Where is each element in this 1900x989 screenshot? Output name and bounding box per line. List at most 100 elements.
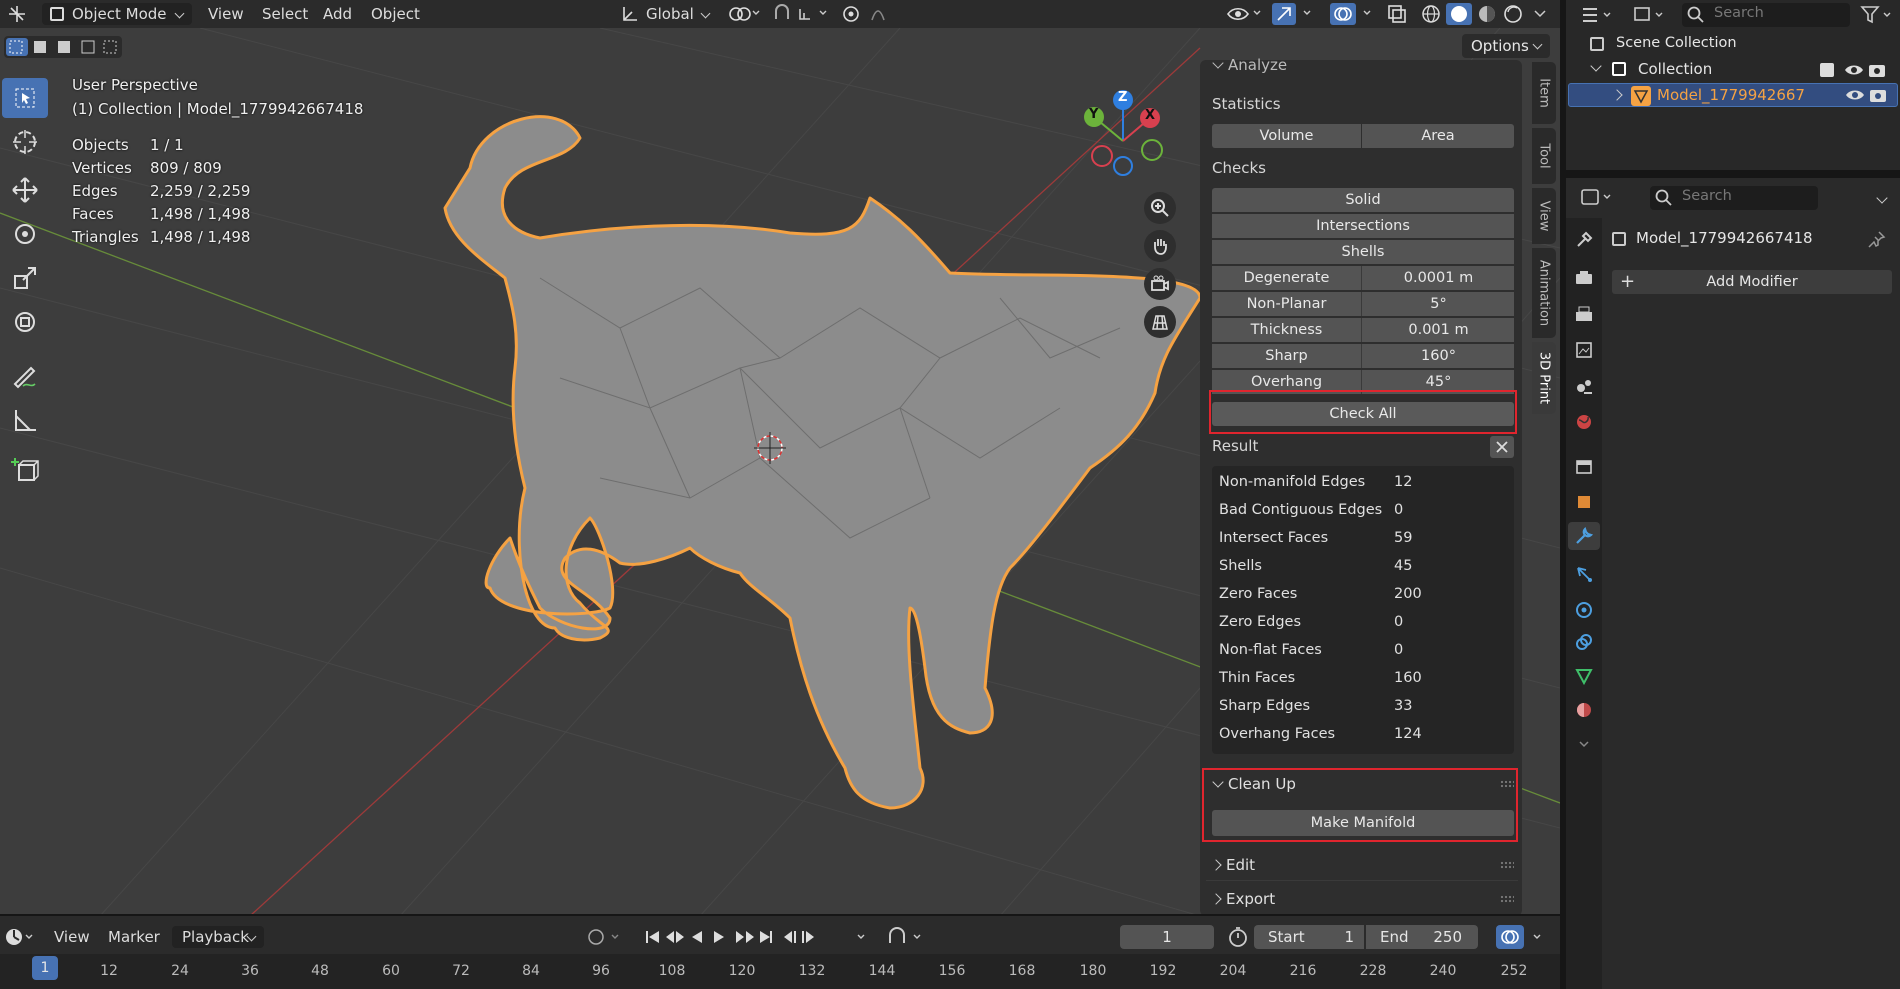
outliner-filter-view-icon[interactable] bbox=[1632, 4, 1672, 26]
collection-row[interactable]: Collection bbox=[1566, 58, 1900, 82]
sharp-row[interactable]: Sharp 160° bbox=[1212, 344, 1514, 368]
ortho-grid-icon[interactable] bbox=[1144, 306, 1176, 338]
start-frame-field[interactable]: Start 1 bbox=[1254, 925, 1364, 949]
keying-icon[interactable] bbox=[586, 926, 630, 948]
output-tab-icon[interactable] bbox=[1572, 302, 1596, 326]
export-header[interactable]: Export bbox=[1210, 890, 1514, 908]
particles-tab-icon[interactable] bbox=[1572, 562, 1596, 586]
overlay-icon[interactable] bbox=[1330, 3, 1378, 25]
eye-icon[interactable] bbox=[1845, 87, 1865, 107]
drag-grip-icon[interactable] bbox=[1500, 895, 1514, 903]
data-tab-icon[interactable] bbox=[1572, 664, 1596, 688]
add-cube-tool-icon[interactable] bbox=[2, 450, 48, 490]
mode-dropdown[interactable]: Object Mode bbox=[42, 3, 192, 25]
end-frame-field[interactable]: End 250 bbox=[1366, 925, 1478, 949]
object-tab-icon[interactable] bbox=[1572, 490, 1596, 514]
world-tab-icon[interactable] bbox=[1572, 410, 1596, 434]
scene-collection-row[interactable]: Scene Collection bbox=[1566, 33, 1900, 57]
tab-animation[interactable]: Animation bbox=[1532, 248, 1556, 338]
thickness-row[interactable]: Thickness 0.001 m bbox=[1212, 318, 1514, 342]
pan-hand-icon[interactable] bbox=[1144, 230, 1176, 262]
camera-icon[interactable] bbox=[1868, 62, 1886, 82]
menu-select[interactable]: Select bbox=[262, 3, 308, 25]
outliner-display-icon[interactable] bbox=[1580, 4, 1620, 26]
proportional-edit-icon[interactable] bbox=[840, 3, 910, 25]
model-row[interactable]: Model_1779942667 bbox=[1568, 83, 1898, 107]
non-planar-row[interactable]: Non-Planar 5° bbox=[1212, 292, 1514, 316]
tab-view[interactable]: View bbox=[1532, 188, 1556, 244]
eye-icon[interactable] bbox=[1844, 62, 1864, 82]
scale-tool-icon[interactable] bbox=[2, 258, 48, 298]
pivot-icon[interactable] bbox=[726, 3, 766, 25]
timeline-ruler[interactable] bbox=[0, 954, 1560, 989]
annotate-tool-icon[interactable] bbox=[2, 356, 48, 396]
chevron-right-icon[interactable] bbox=[1611, 89, 1623, 101]
playback-controls[interactable] bbox=[642, 926, 872, 948]
shells-button[interactable]: Shells bbox=[1212, 240, 1514, 264]
playhead[interactable]: 1 bbox=[32, 956, 58, 980]
view-layer-tab-icon[interactable] bbox=[1572, 338, 1596, 362]
xray-icon[interactable] bbox=[1386, 3, 1410, 25]
modifier-tab-icon[interactable] bbox=[1568, 522, 1600, 550]
timeline-editor-icon[interactable] bbox=[4, 926, 34, 948]
shading-material-icon[interactable] bbox=[1476, 3, 1500, 25]
chevron-down-icon[interactable] bbox=[1572, 734, 1596, 754]
solid-button[interactable]: Solid bbox=[1212, 188, 1514, 212]
clean-up-header[interactable]: Clean Up bbox=[1212, 775, 1514, 793]
outliner-search-input[interactable]: Search bbox=[1682, 3, 1850, 27]
volume-button[interactable]: Volume bbox=[1212, 124, 1361, 148]
timeline-menu-marker[interactable]: Marker bbox=[108, 926, 160, 948]
area-button[interactable]: Area bbox=[1362, 124, 1514, 148]
analyze-header[interactable]: Analyze bbox=[1212, 56, 1287, 74]
camera-icon[interactable] bbox=[1869, 87, 1887, 107]
gizmo-toggle-icon[interactable] bbox=[1272, 3, 1318, 25]
param-value[interactable]: 0.0001 m bbox=[1363, 266, 1514, 290]
drag-grip-icon[interactable] bbox=[1500, 780, 1514, 788]
param-value[interactable]: 160° bbox=[1363, 344, 1514, 368]
menu-view[interactable]: View bbox=[208, 3, 244, 25]
check-all-button[interactable]: Check All bbox=[1212, 402, 1514, 426]
transform-tool-icon[interactable] bbox=[2, 302, 48, 342]
param-value[interactable]: 5° bbox=[1363, 292, 1514, 316]
param-label[interactable]: Non-Planar bbox=[1212, 292, 1362, 316]
constraints-tab-icon[interactable] bbox=[1572, 630, 1596, 654]
cursor-tool-icon[interactable] bbox=[2, 122, 48, 162]
exclude-checkbox[interactable] bbox=[1820, 63, 1834, 77]
snap-icon[interactable] bbox=[772, 3, 832, 25]
timeline-menu-playback[interactable]: Playback bbox=[172, 926, 264, 948]
drag-grip-icon[interactable] bbox=[1500, 861, 1514, 869]
pin-icon[interactable] bbox=[1868, 230, 1886, 252]
move-tool-icon[interactable] bbox=[2, 170, 48, 210]
rotate-tool-icon[interactable] bbox=[2, 214, 48, 254]
param-label[interactable]: Degenerate bbox=[1212, 266, 1362, 290]
stopwatch-icon[interactable] bbox=[1226, 925, 1252, 949]
shading-wireframe-icon[interactable] bbox=[1420, 3, 1444, 25]
outliner-filter-icon[interactable] bbox=[1860, 4, 1896, 26]
zoom-icon[interactable] bbox=[1144, 192, 1176, 224]
intersections-button[interactable]: Intersections bbox=[1212, 214, 1514, 238]
scene-tab-icon[interactable] bbox=[1572, 374, 1596, 398]
param-label[interactable]: Sharp bbox=[1212, 344, 1362, 368]
collection-tab-icon[interactable] bbox=[1572, 454, 1596, 478]
camera-view-icon[interactable] bbox=[1144, 268, 1176, 300]
properties-editor-icon[interactable] bbox=[1580, 186, 1620, 208]
shading-solid-icon[interactable] bbox=[1446, 3, 1472, 25]
measure-tool-icon[interactable] bbox=[2, 400, 48, 440]
render-tab-icon[interactable] bbox=[1572, 266, 1596, 290]
edit-header[interactable]: Edit bbox=[1210, 856, 1514, 874]
options-dropdown[interactable]: Options bbox=[1462, 34, 1550, 58]
shading-options-icon[interactable] bbox=[1530, 3, 1550, 25]
chevron-down-icon[interactable] bbox=[1876, 192, 1888, 204]
menu-add[interactable]: Add bbox=[323, 3, 352, 25]
shading-rendered-icon[interactable] bbox=[1502, 3, 1526, 25]
material-tab-icon[interactable] bbox=[1572, 698, 1596, 722]
degenerate-row[interactable]: Degenerate 0.0001 m bbox=[1212, 266, 1514, 290]
current-frame-field[interactable]: 1 bbox=[1120, 925, 1214, 949]
param-value[interactable]: 0.001 m bbox=[1363, 318, 1514, 342]
add-modifier-button[interactable]: + Add Modifier bbox=[1612, 270, 1892, 294]
select-tool-icon[interactable] bbox=[2, 78, 48, 118]
tool-tab-icon[interactable] bbox=[1572, 228, 1596, 252]
param-label[interactable]: Thickness bbox=[1212, 318, 1362, 342]
navigation-gizmo[interactable]: Z Y X bbox=[1068, 86, 1178, 196]
menu-object[interactable]: Object bbox=[371, 3, 420, 25]
